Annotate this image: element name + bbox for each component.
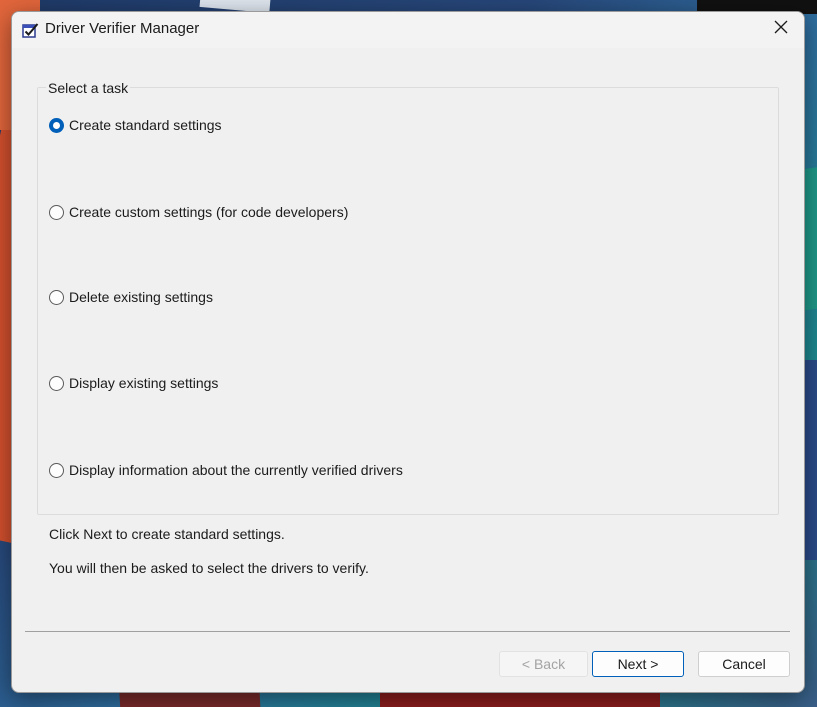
- back-button[interactable]: < Back: [499, 651, 588, 677]
- checklist-icon: [22, 22, 39, 38]
- close-button[interactable]: [758, 12, 804, 46]
- footer-divider: [25, 631, 790, 632]
- radio-button-selected[interactable]: [49, 117, 64, 133]
- radio-delete-existing-settings[interactable]: Delete existing settings: [49, 289, 213, 305]
- radio-label: Delete existing settings: [69, 289, 213, 305]
- radio-button[interactable]: [49, 462, 64, 478]
- radio-label: Display existing settings: [69, 375, 219, 391]
- title-bar[interactable]: Driver Verifier Manager: [12, 12, 804, 48]
- radio-button[interactable]: [49, 375, 64, 391]
- radio-create-standard-settings[interactable]: Create standard settings: [49, 117, 222, 133]
- close-icon: [774, 20, 788, 39]
- group-legend: Select a task: [46, 80, 131, 96]
- radio-display-verified-drivers-info[interactable]: Display information about the currently …: [49, 462, 403, 478]
- window-title: Driver Verifier Manager: [45, 20, 200, 37]
- radio-label: Create standard settings: [69, 117, 222, 133]
- driver-verifier-window: Driver Verifier Manager Select a task Cr…: [11, 11, 805, 693]
- wallpaper-shape: [380, 691, 660, 707]
- radio-display-existing-settings[interactable]: Display existing settings: [49, 375, 218, 391]
- radio-button[interactable]: [49, 204, 64, 220]
- task-group-box: Select a task Create standard settings C…: [37, 80, 779, 515]
- radio-create-custom-settings[interactable]: Create custom settings (for code develop…: [49, 204, 348, 220]
- radio-label: Display information about the currently …: [69, 462, 403, 478]
- next-button[interactable]: Next >: [592, 651, 684, 677]
- cancel-button[interactable]: Cancel: [698, 651, 790, 677]
- description-line-2: You will then be asked to select the dri…: [49, 560, 369, 576]
- description-line-1: Click Next to create standard settings.: [49, 526, 285, 542]
- radio-label: Create custom settings (for code develop…: [69, 204, 349, 220]
- radio-button[interactable]: [49, 289, 64, 305]
